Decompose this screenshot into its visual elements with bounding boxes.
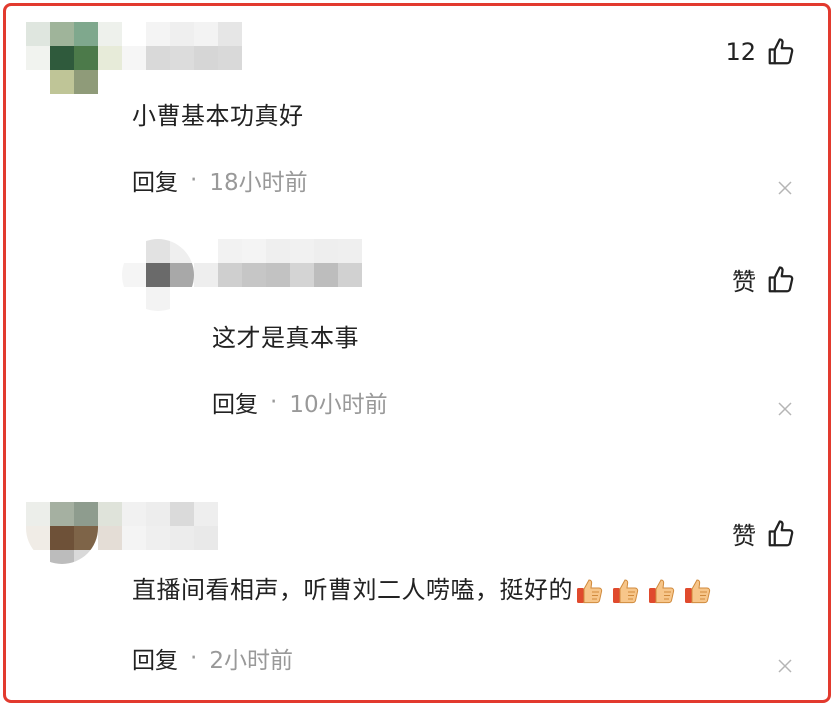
dismiss-button[interactable] (776, 179, 794, 197)
close-x-icon (778, 181, 792, 195)
like-count: 12 (725, 38, 756, 66)
like-button[interactable]: 12 (725, 37, 796, 67)
like-label: 赞 (732, 268, 756, 296)
close-x-icon (778, 659, 792, 673)
avatar[interactable] (26, 22, 98, 94)
thumbs-up-emoji-icon (685, 579, 711, 604)
comment-meta: 回复 · 10小时前 (212, 385, 388, 419)
reply-button[interactable]: 回复 (132, 163, 178, 197)
separator-dot: · (270, 389, 278, 415)
close-x-icon (778, 402, 792, 416)
emoji-group (575, 576, 713, 606)
comment-meta: 回复 · 18小时前 (132, 163, 308, 197)
thumbs-up-emoji-icon (577, 579, 603, 604)
like-button[interactable]: 赞 (732, 262, 796, 297)
avatar[interactable] (122, 239, 194, 311)
reply-button[interactable]: 回复 (132, 641, 178, 675)
username-pixelated[interactable] (98, 22, 242, 70)
thumbs-up-outline-icon (768, 38, 794, 65)
timestamp: 10小时前 (289, 392, 388, 418)
thumbs-up-outline-icon (768, 519, 794, 546)
comment-meta: 回复 · 2小时前 (132, 641, 293, 675)
like-button[interactable]: 赞 (732, 516, 796, 551)
dismiss-button[interactable] (776, 657, 794, 675)
dismiss-button[interactable] (776, 400, 794, 418)
username-pixelated[interactable] (194, 239, 362, 287)
separator-dot: · (190, 645, 198, 671)
comment-text: 直播间看相声，听曹刘二人唠嗑，挺好的 (132, 576, 573, 604)
thumbs-up-outline-icon (768, 265, 794, 292)
comment-text-row: 直播间看相声，听曹刘二人唠嗑，挺好的 (132, 570, 713, 606)
separator-dot: · (190, 167, 198, 193)
thumbs-up-emoji-icon (649, 579, 675, 604)
like-label: 赞 (732, 522, 756, 550)
comment-text: 小曹基本功真好 (132, 102, 304, 130)
timestamp: 18小时前 (209, 170, 308, 196)
reply-button[interactable]: 回复 (212, 385, 258, 419)
thumbs-up-emoji-icon (613, 579, 639, 604)
comment-text: 这才是真本事 (212, 324, 359, 352)
timestamp: 2小时前 (209, 648, 293, 674)
username-pixelated[interactable] (98, 502, 218, 550)
